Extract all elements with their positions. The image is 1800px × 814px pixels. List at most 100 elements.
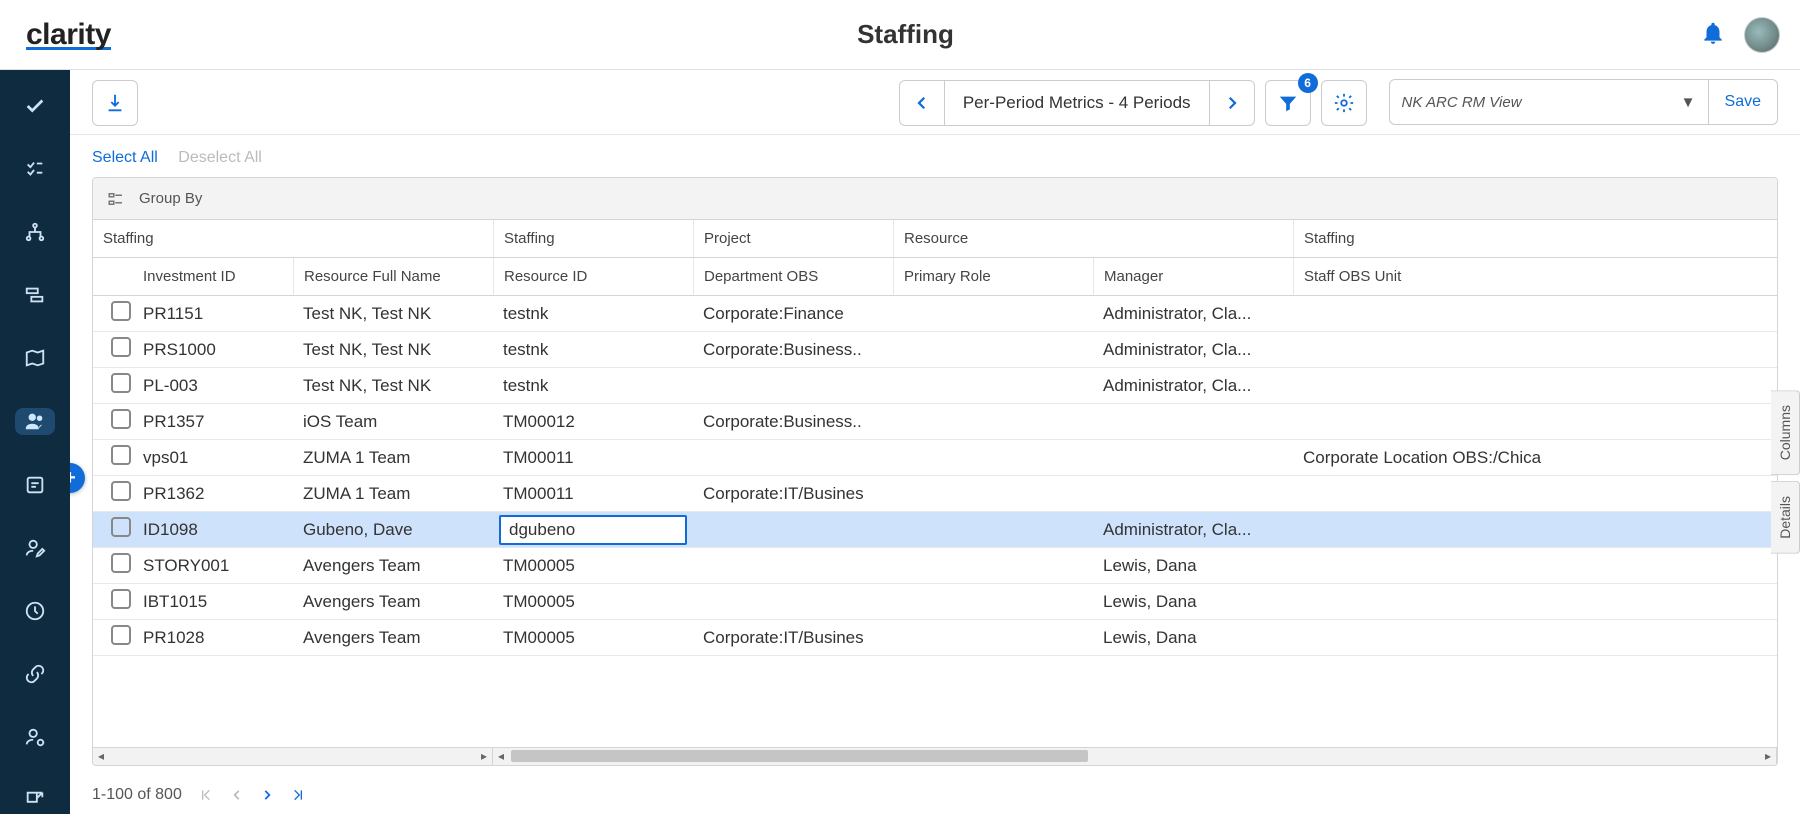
row-checkbox[interactable] — [111, 301, 131, 321]
cell-investment-id[interactable]: PR1357 — [133, 408, 293, 436]
cell-staff-obs-unit[interactable] — [1293, 490, 1777, 498]
cell-department-obs[interactable]: Corporate:Business.. — [693, 336, 893, 364]
hgroup-staffing-3[interactable]: Staffing — [1293, 220, 1777, 257]
cell-department-obs[interactable] — [693, 562, 893, 570]
cell-department-obs[interactable] — [693, 454, 893, 462]
cell-resource-id[interactable]: TM00012 — [493, 408, 693, 436]
cell-primary-role[interactable] — [893, 490, 1093, 498]
col-primary-role[interactable]: Primary Role — [893, 258, 1093, 295]
table-row[interactable]: IBT1015Avengers TeamTM00005Lewis, Dana — [93, 584, 1777, 620]
cell-primary-role[interactable] — [893, 382, 1093, 390]
row-checkbox[interactable] — [111, 409, 131, 429]
nav-report-icon[interactable] — [15, 471, 55, 498]
col-resource-full-name[interactable]: Resource Full Name — [293, 258, 493, 295]
cell-primary-role[interactable] — [893, 454, 1093, 462]
col-department-obs[interactable]: Department OBS — [693, 258, 893, 295]
cell-resource-id[interactable]: testnk — [493, 372, 693, 400]
cell-manager[interactable]: Administrator, Cla... — [1093, 336, 1293, 364]
cell-resource-full-name[interactable]: Avengers Team — [293, 624, 493, 652]
save-view-button[interactable]: Save — [1709, 79, 1778, 125]
col-manager[interactable]: Manager — [1093, 258, 1293, 295]
group-by-row[interactable]: Group By — [93, 178, 1777, 220]
period-prev-button[interactable] — [899, 80, 945, 126]
cell-resource-id[interactable]: TM00005 — [493, 588, 693, 616]
nav-check-icon[interactable] — [15, 92, 55, 119]
cell-resource-full-name[interactable]: Test NK, Test NK — [293, 372, 493, 400]
page-prev-icon[interactable] — [230, 788, 244, 802]
side-tab-details[interactable]: Details — [1771, 481, 1800, 554]
cell-manager[interactable] — [1093, 454, 1293, 462]
cell-resource-full-name[interactable]: Gubeno, Dave — [293, 516, 493, 544]
period-label[interactable]: Per-Period Metrics - 4 Periods — [945, 80, 1209, 126]
cell-investment-id[interactable]: PR1151 — [133, 300, 293, 328]
cell-resource-id[interactable]: dgubeno — [493, 513, 693, 547]
user-avatar[interactable] — [1744, 17, 1780, 53]
cell-resource-full-name[interactable]: ZUMA 1 Team — [293, 480, 493, 508]
cell-resource-id[interactable]: TM00005 — [493, 552, 693, 580]
nav-export-icon[interactable] — [15, 787, 55, 814]
table-row[interactable]: PR1151Test NK, Test NKtestnkCorporate:Fi… — [93, 296, 1777, 332]
table-row[interactable]: STORY001Avengers TeamTM00005Lewis, Dana — [93, 548, 1777, 584]
cell-resource-id[interactable]: TM00011 — [493, 480, 693, 508]
cell-manager[interactable] — [1093, 490, 1293, 498]
cell-primary-role[interactable] — [893, 526, 1093, 534]
cell-manager[interactable]: Lewis, Dana — [1093, 552, 1293, 580]
brand-logo[interactable]: clarity — [26, 18, 111, 52]
cell-investment-id[interactable]: PRS1000 — [133, 336, 293, 364]
cell-investment-id[interactable]: vps01 — [133, 444, 293, 472]
cell-department-obs[interactable]: Corporate:Finance — [693, 300, 893, 328]
table-row[interactable]: PR1028Avengers TeamTM00005Corporate:IT/B… — [93, 620, 1777, 656]
nav-roadmap-icon[interactable] — [15, 282, 55, 309]
row-checkbox[interactable] — [111, 517, 131, 537]
side-tab-columns[interactable]: Columns — [1771, 390, 1800, 475]
col-resource-id[interactable]: Resource ID — [493, 258, 693, 295]
nav-user-settings-icon[interactable] — [15, 724, 55, 751]
view-select[interactable]: NK ARC RM View ▼ — [1389, 79, 1709, 125]
nav-link-icon[interactable] — [15, 661, 55, 688]
cell-department-obs[interactable]: Corporate:IT/Busines — [693, 480, 893, 508]
page-first-icon[interactable] — [198, 787, 214, 803]
cell-resource-id[interactable]: TM00011 — [493, 444, 693, 472]
cell-staff-obs-unit[interactable] — [1293, 562, 1777, 570]
cell-resource-id[interactable]: TM00005 — [493, 624, 693, 652]
table-row[interactable]: PL-003Test NK, Test NKtestnkAdministrato… — [93, 368, 1777, 404]
row-checkbox[interactable] — [111, 589, 131, 609]
cell-department-obs[interactable] — [693, 598, 893, 606]
cell-primary-role[interactable] — [893, 598, 1093, 606]
cell-primary-role[interactable] — [893, 310, 1093, 318]
cell-staff-obs-unit[interactable] — [1293, 346, 1777, 354]
cell-resource-full-name[interactable]: ZUMA 1 Team — [293, 444, 493, 472]
hgroup-project[interactable]: Project — [693, 220, 893, 257]
cell-manager[interactable]: Administrator, Cla... — [1093, 372, 1293, 400]
row-checkbox[interactable] — [111, 553, 131, 573]
cell-manager[interactable]: Lewis, Dana — [1093, 588, 1293, 616]
row-checkbox[interactable] — [111, 337, 131, 357]
page-last-icon[interactable] — [290, 787, 306, 803]
table-row[interactable]: PR1362ZUMA 1 TeamTM00011Corporate:IT/Bus… — [93, 476, 1777, 512]
cell-investment-id[interactable]: PR1362 — [133, 480, 293, 508]
col-investment-id[interactable]: Investment ID — [133, 258, 293, 295]
hgroup-staffing-2[interactable]: Staffing — [493, 220, 693, 257]
nav-staffing-icon[interactable] — [15, 408, 55, 435]
cell-staff-obs-unit[interactable] — [1293, 418, 1777, 426]
select-all-link[interactable]: Select All — [92, 149, 158, 166]
col-staff-obs-unit[interactable]: Staff OBS Unit — [1293, 258, 1777, 295]
cell-editor[interactable]: dgubeno — [499, 515, 687, 545]
cell-investment-id[interactable]: PR1028 — [133, 624, 293, 652]
cell-staff-obs-unit[interactable]: Corporate Location OBS:/Chica — [1293, 444, 1777, 472]
table-row[interactable]: PR1357iOS TeamTM00012Corporate:Business.… — [93, 404, 1777, 440]
table-row[interactable]: PRS1000Test NK, Test NKtestnkCorporate:B… — [93, 332, 1777, 368]
cell-investment-id[interactable]: STORY001 — [133, 552, 293, 580]
cell-resource-id[interactable]: testnk — [493, 336, 693, 364]
cell-resource-full-name[interactable]: Test NK, Test NK — [293, 336, 493, 364]
table-row[interactable]: ID1098Gubeno, DavedgubenoAdministrator, … — [93, 512, 1777, 548]
deselect-all-link[interactable]: Deselect All — [178, 149, 262, 166]
row-checkbox[interactable] — [111, 625, 131, 645]
cell-department-obs[interactable]: Corporate:Business.. — [693, 408, 893, 436]
add-row-button[interactable]: + — [70, 463, 85, 493]
cell-primary-role[interactable] — [893, 562, 1093, 570]
cell-manager[interactable]: Administrator, Cla... — [1093, 300, 1293, 328]
hgroup-staffing-1[interactable]: Staffing — [93, 220, 493, 257]
cell-staff-obs-unit[interactable] — [1293, 526, 1777, 534]
cell-staff-obs-unit[interactable] — [1293, 310, 1777, 318]
